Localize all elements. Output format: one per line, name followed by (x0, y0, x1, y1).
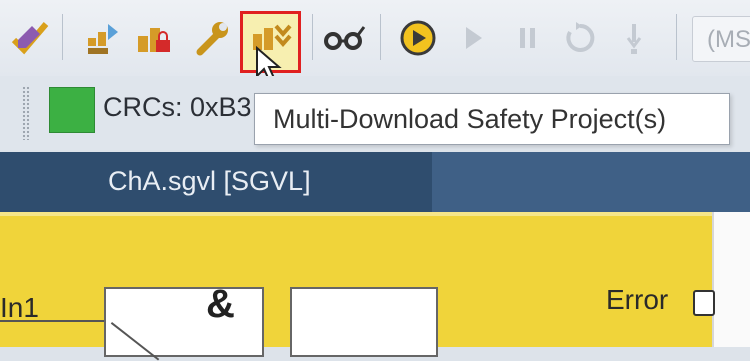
crc-label: CRCs: 0xB3 (103, 92, 252, 122)
editor-tab-bar: ChA.sgvl [SGVL] (0, 152, 750, 212)
compile-icon[interactable] (80, 14, 124, 62)
tab-label: ChA.sgvl [SGVL] (108, 166, 311, 196)
tab-bar-empty (432, 152, 750, 212)
output-label: Error (606, 284, 669, 315)
main-toolbar: (MS (0, 0, 750, 82)
step-icon[interactable] (612, 14, 656, 62)
glasses-icon[interactable] (322, 14, 366, 62)
multi-download-button[interactable] (240, 11, 301, 82)
reset-icon[interactable] (558, 14, 602, 62)
tooltip: Multi-Download Safety Project(s) (254, 93, 730, 145)
download-lock-icon[interactable] (132, 14, 176, 62)
input-wire (0, 320, 108, 322)
mode-combo[interactable]: (MS (692, 16, 750, 62)
toolbar-grip[interactable] (22, 86, 30, 140)
wrench-icon[interactable] (190, 14, 234, 62)
play-icon[interactable] (452, 14, 496, 62)
run-icon[interactable] (396, 14, 440, 62)
tab-cha-sgvl[interactable]: ChA.sgvl [SGVL] (0, 152, 432, 212)
check-edit-icon[interactable] (8, 14, 52, 62)
and-symbol: & (206, 282, 235, 326)
crc-status-indicator (49, 87, 95, 133)
canvas-margin (712, 212, 750, 347)
output-port-icon[interactable] (693, 290, 715, 316)
pause-icon[interactable] (506, 14, 550, 62)
